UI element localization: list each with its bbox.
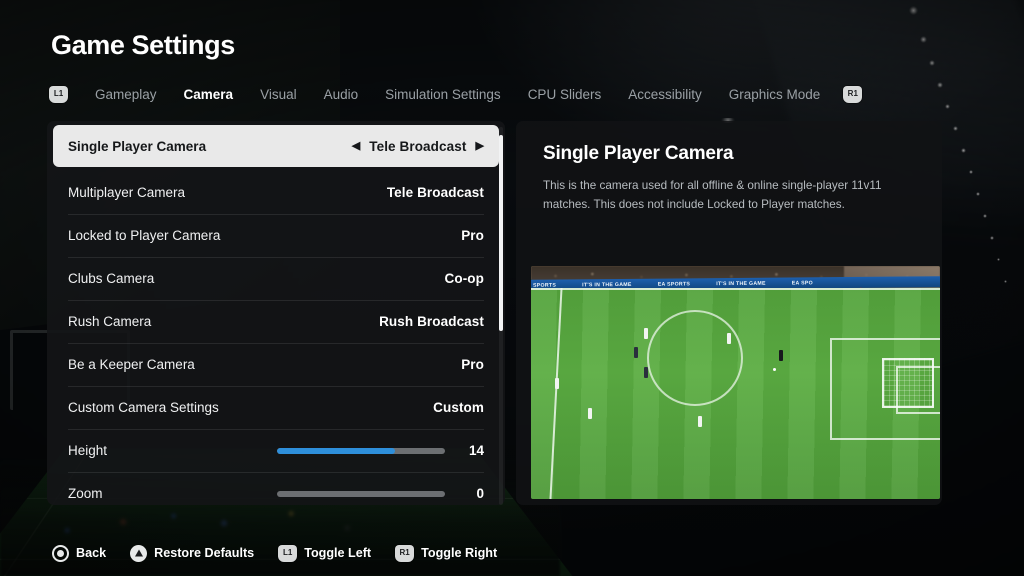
slider-value: 14 — [468, 443, 484, 458]
setting-row-single-player-camera[interactable]: Single Player Camera ◀ Tele Broadcast ▶ — [53, 125, 499, 167]
next-option-arrow-icon[interactable]: ▶ — [475, 140, 484, 152]
setting-label: Multiplayer Camera — [68, 185, 186, 200]
setting-label: Height — [68, 443, 108, 458]
setting-label: Be a Keeper Camera — [68, 357, 195, 372]
action-back[interactable]: Back — [52, 544, 107, 562]
setting-label: Custom Camera Settings — [68, 400, 219, 415]
tab-audio[interactable]: Audio — [324, 87, 359, 102]
setting-label: Clubs Camera — [68, 271, 155, 286]
action-toggle-right[interactable]: R1 Toggle Right — [395, 544, 498, 562]
setting-value: Rush Broadcast — [379, 314, 484, 329]
height-slider[interactable]: 14 — [277, 443, 484, 458]
scrollbar-thumb[interactable] — [499, 134, 503, 332]
tab-visual[interactable]: Visual — [260, 87, 297, 102]
action-restore-defaults[interactable]: Restore Defaults — [130, 544, 255, 562]
tab-cpu-sliders[interactable]: CPU Sliders — [528, 87, 602, 102]
setting-row-be-a-keeper-camera[interactable]: Be a Keeper Camera Pro — [47, 343, 505, 386]
setting-row-height[interactable]: Height 14 — [47, 429, 505, 472]
setting-label: Single Player Camera — [68, 138, 207, 154]
action-label: Toggle Right — [421, 546, 498, 560]
slider-track[interactable] — [277, 490, 445, 497]
setting-value: Co-op — [444, 271, 484, 286]
detail-title: Single Player Camera — [543, 143, 734, 164]
slider-value: 0 — [476, 486, 484, 501]
previous-option-arrow-icon[interactable]: ◀ — [352, 140, 361, 152]
action-label: Restore Defaults — [154, 546, 255, 560]
slider-fill — [277, 447, 395, 454]
tab-simulation-settings[interactable]: Simulation Settings — [385, 87, 501, 102]
slider-track[interactable] — [277, 447, 445, 454]
camera-preview-image: SPORTS IT'S IN THE GAME EA SPORTS IT'S I… — [531, 266, 940, 499]
detail-description: This is the camera used for all offline … — [543, 179, 882, 211]
action-label: Back — [76, 546, 107, 560]
triangle-button-icon — [130, 544, 148, 562]
setting-label: Rush Camera — [68, 314, 152, 329]
tab-accessibility[interactable]: Accessibility — [628, 87, 702, 102]
setting-value: Tele Broadcast — [386, 185, 484, 200]
setting-row-locked-to-player-camera[interactable]: Locked to Player Camera Pro — [47, 214, 505, 257]
r1-shoulder-icon[interactable]: R1 — [843, 85, 863, 103]
setting-value: ◀ Tele Broadcast ▶ — [352, 139, 484, 154]
setting-row-multiplayer-camera[interactable]: Multiplayer Camera Tele Broadcast — [47, 171, 505, 214]
action-bar: Back Restore Defaults L1 Toggle Left R1 … — [52, 541, 521, 565]
settings-list-scrollbar[interactable] — [499, 127, 503, 505]
preview-ad-text: IT'S IN THE GAME — [582, 281, 632, 288]
setting-label: Locked to Player Camera — [68, 228, 221, 243]
preview-ad-text: EA SPORTS — [657, 280, 691, 288]
zoom-slider[interactable]: 0 — [277, 486, 484, 501]
setting-row-rush-camera[interactable]: Rush Camera Rush Broadcast — [47, 300, 505, 343]
preview-ball — [773, 368, 776, 371]
setting-row-custom-camera-settings[interactable]: Custom Camera Settings Custom — [47, 386, 505, 429]
settings-list-panel: Single Player Camera ◀ Tele Broadcast ▶ … — [47, 121, 505, 505]
setting-row-zoom[interactable]: Zoom 0 — [47, 472, 505, 505]
preview-ad-text: IT'S IN THE GAME — [716, 280, 766, 287]
circle-button-icon — [52, 544, 69, 562]
settings-tab-bar: L1 Gameplay Camera Visual Audio Simulati… — [49, 82, 984, 106]
setting-value-text: Tele Broadcast — [369, 138, 467, 154]
preview-ad-text: EA SPO — [791, 279, 813, 287]
tab-graphics-mode[interactable]: Graphics Mode — [729, 87, 821, 102]
l1-shoulder-icon[interactable]: L1 — [49, 85, 68, 103]
setting-value: Pro — [461, 357, 484, 372]
tab-gameplay[interactable]: Gameplay — [95, 87, 157, 102]
l1-shoulder-icon: L1 — [278, 544, 298, 562]
page-title: Game Settings — [51, 30, 235, 60]
setting-value: Custom — [433, 400, 484, 415]
r1-shoulder-icon: R1 — [395, 544, 415, 562]
preview-pitch — [531, 288, 940, 499]
action-label: Toggle Left — [304, 546, 372, 560]
action-toggle-left[interactable]: L1 Toggle Left — [278, 544, 372, 562]
setting-row-clubs-camera[interactable]: Clubs Camera Co-op — [47, 257, 505, 300]
setting-value: Pro — [461, 228, 484, 243]
tab-camera[interactable]: Camera — [184, 87, 234, 102]
setting-label: Zoom — [68, 486, 103, 501]
